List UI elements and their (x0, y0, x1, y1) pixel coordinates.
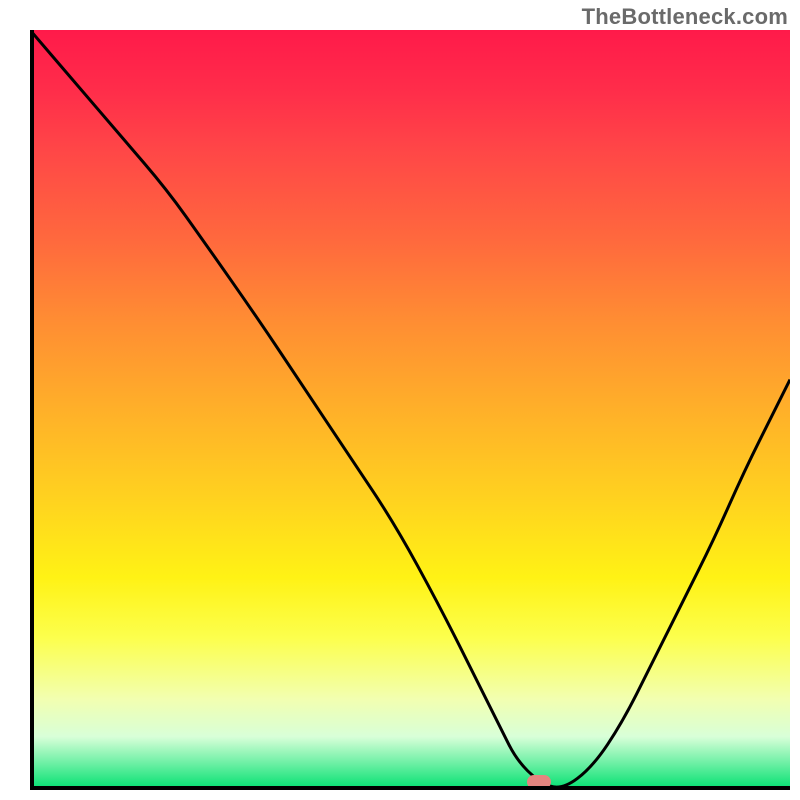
chart-container: TheBottleneck.com (0, 0, 800, 800)
curve-svg (30, 30, 790, 790)
watermark-text: TheBottleneck.com (582, 4, 788, 30)
optimal-marker (527, 775, 551, 789)
plot-area (30, 30, 790, 790)
bottleneck-curve (30, 30, 790, 787)
